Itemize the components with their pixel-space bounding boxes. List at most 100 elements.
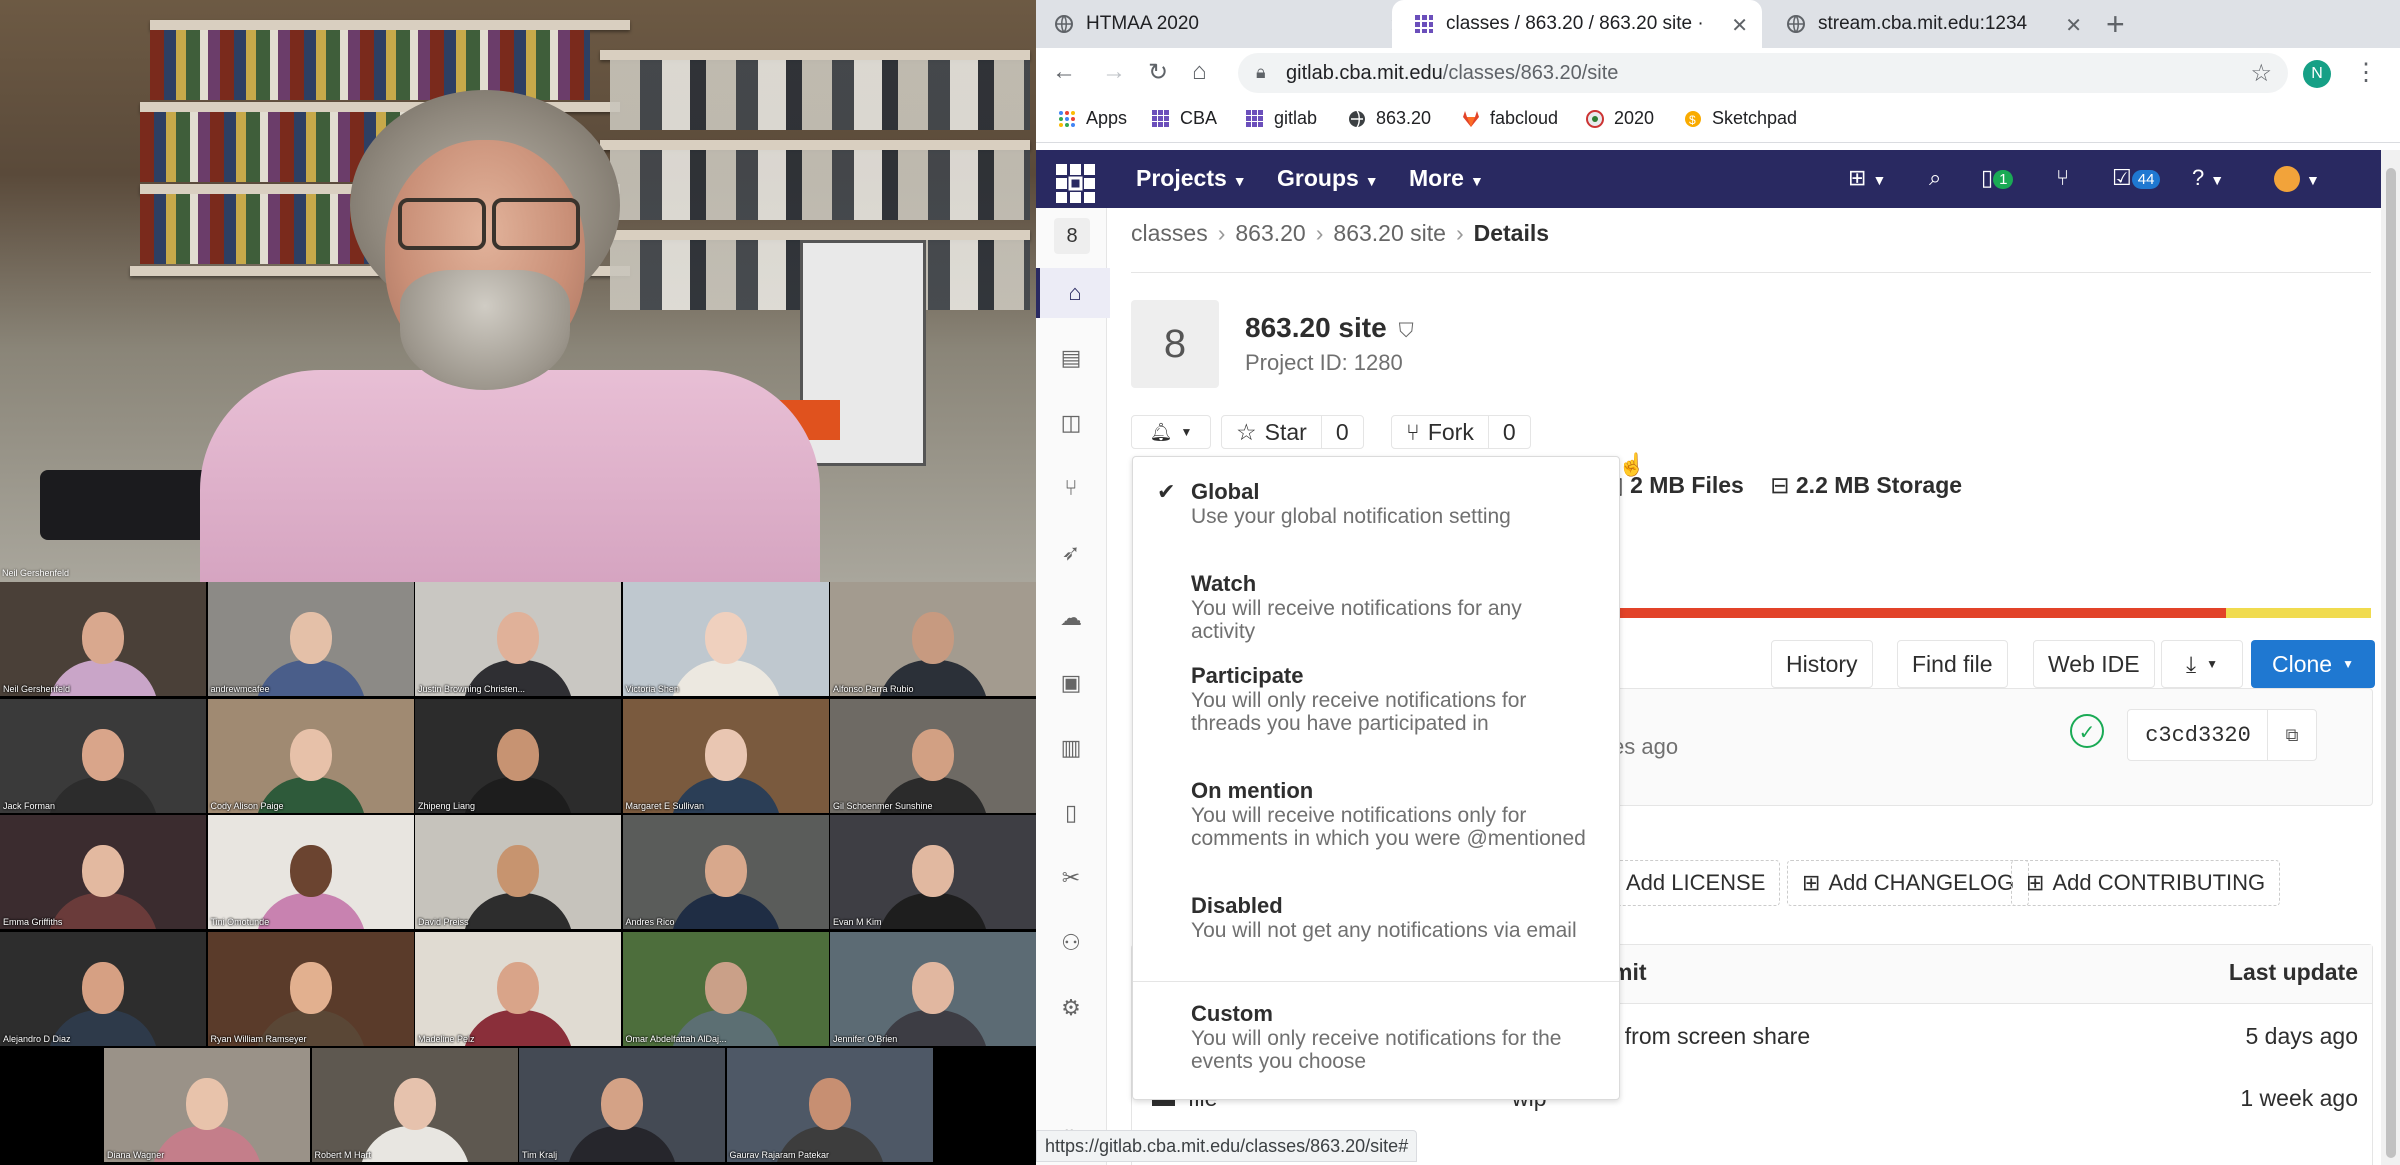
bookmark-apps[interactable]: Apps [1058,108,1127,129]
participant-tile[interactable]: Emma Griffiths [0,815,206,929]
nav-more[interactable]: More ▼ [1409,165,1484,192]
add-changelog-button[interactable]: ⊞ Add CHANGELOG [1787,860,2030,906]
participant-tile[interactable]: Cody Alison Paige [207,698,414,813]
pipeline-passed-icon[interactable]: ✓ [2070,714,2104,748]
participant-tile[interactable]: Victoria Shen [622,582,829,696]
add-license-button[interactable]: Add LICENSE [1611,860,1781,906]
gitlab-logo-icon[interactable] [1056,164,1096,204]
participant-tile[interactable]: Diana Wagner [104,1048,310,1162]
breadcrumb-item[interactable]: classes [1131,220,1208,246]
back-arrow-icon[interactable]: ← [1052,58,1076,86]
tab-stream[interactable]: stream.cba.mit.edu:1234 ✕ [1786,0,2096,48]
sidebar-item-merge-requests[interactable]: ⑂ [1036,463,1106,513]
participant-tile[interactable]: andrewmcafee [207,582,414,696]
notification-toggle-button[interactable]: 🔔︎ ▼ [1131,415,1211,449]
tab-gitlab[interactable]: classes / 863.20 / 863.20 site · ✕ [1392,0,1762,48]
files-stat[interactable]: 2 MB Files [1630,472,1744,498]
gitlab-navbar: Projects ▼ Groups ▼ More ▼ ⊞ ▼ ⌕ ▯ 1 ⑂ ☑ 44 ?… [1036,150,2381,208]
nav-projects[interactable]: Projects ▼ [1136,165,1247,192]
bookmark-gitlab[interactable]: gitlab [1246,108,1317,129]
cloud-icon: ☁ [1060,605,1082,630]
sidebar-project-avatar[interactable]: 8 [1054,218,1090,254]
storage-stat[interactable]: 2.2 MB Storage [1796,472,1962,498]
commit-sha[interactable]: c3cd3320 [2127,709,2269,761]
new-tab-icon[interactable]: + [2106,6,2125,43]
participant-face [497,612,539,664]
notification-option-participate[interactable]: Participate You will only receive notifi… [1191,663,1591,735]
address-bar[interactable]: 🔒︎ gitlab.cba.mit.edu/classes/863.20/sit… [1238,53,2288,93]
breadcrumb-item[interactable]: 863.20 site [1333,220,1446,246]
participant-face [704,728,747,781]
clone-button[interactable]: Clone ▼ [2251,640,2375,688]
star-button[interactable]: ☆ Star 0 [1221,415,1364,449]
find-file-button[interactable]: Find file [1897,640,2008,688]
participant-tile[interactable]: Alfonso Parra Rubio [830,582,1036,696]
tab-htmaa[interactable]: HTMAA 2020 ✕ [1054,0,1420,48]
nav-groups[interactable]: Groups ▼ [1277,165,1379,192]
participant-tile[interactable]: Gil Schoenmer Sunshine [830,698,1036,813]
kebab-menu-icon[interactable]: ⋮ [2354,58,2378,87]
fork-button[interactable]: ⑂ Fork 0 [1391,415,1531,449]
sidebar-item-wiki[interactable]: ▯ [1036,788,1106,838]
notification-option-custom[interactable]: Custom You will only receive notificatio… [1191,1001,1591,1073]
user-avatar-icon[interactable]: ▼ [2274,165,2320,193]
scrollbar-thumb[interactable] [2386,168,2396,1158]
sidebar-item-analytics[interactable]: ▥ [1036,723,1106,773]
sidebar-item-repository[interactable]: ▤ [1036,333,1106,383]
participant-tile[interactable]: Margaret E Sullivan [622,698,829,813]
sidebar-item-packages[interactable]: ▣ [1036,658,1106,708]
bookmark-863[interactable]: 863.20 [1348,108,1431,129]
bookmark-2020[interactable]: 2020 [1586,108,1654,129]
sidebar-item-issues[interactable]: ◫ [1036,398,1106,448]
merge-request-icon[interactable]: ⑂ [2056,165,2069,191]
participant-tile[interactable]: Evan M Kim [830,815,1036,929]
close-tab-icon[interactable]: ✕ [2065,13,2082,38]
bookmark-star-icon[interactable]: ☆ [2250,59,2272,88]
bookmark-fabcloud[interactable]: fabcloud [1462,108,1558,129]
add-contributing-button[interactable]: ⊞ Add CONTRIBUTING [2011,860,2281,906]
history-button[interactable]: History [1771,640,1873,688]
participant-tile[interactable]: Tini Omotunde [207,815,414,929]
todo-icon[interactable]: ☑ 44 [2112,165,2161,191]
download-button[interactable]: ⤓ ▼ [2161,640,2243,688]
participant-tile[interactable]: Madeline Pelz [415,931,621,1046]
new-item-icon[interactable]: ⊞ ▼ [1848,165,1886,191]
close-tab-icon[interactable]: ✕ [1731,13,1748,38]
sidebar-item-snippets[interactable]: ✂ [1036,853,1106,903]
participant-tile[interactable]: Zhipeng Liang [415,698,621,813]
notification-option-global[interactable]: ✔ Global Use your global notification se… [1157,479,1591,528]
web-ide-button[interactable]: Web IDE [2033,640,2155,688]
sidebar-item-overview[interactable]: ⌂ [1036,268,1110,318]
search-icon[interactable]: ⌕ [1929,165,1941,191]
notification-option-on-mention[interactable]: On mention You will receive notification… [1191,778,1591,850]
sidebar-item-members[interactable]: ⚇ [1036,918,1106,968]
bookmark-cba[interactable]: CBA [1152,108,1217,129]
participant-tile[interactable]: Andres Rico [622,815,829,929]
breadcrumb-item[interactable]: 863.20 [1235,220,1305,246]
forward-arrow-icon[interactable]: → [1102,58,1126,86]
participant-tile[interactable]: Justin Browning Christen... [415,582,621,696]
issues-icon[interactable]: ▯ 1 [1981,165,2014,191]
participant-tile[interactable]: Jack Forman [0,698,206,813]
profile-avatar[interactable]: N [2303,60,2331,88]
participant-tile[interactable]: Gaurav Rajaram Patekar [726,1048,933,1162]
participant-tile[interactable]: Tim Kralj [519,1048,725,1162]
participant-tile[interactable]: Ryan William Ramseyer [207,931,414,1046]
home-icon[interactable]: ⌂ [1192,58,1207,86]
notification-option-watch[interactable]: Watch You will receive notifications for… [1191,571,1591,643]
commit-message[interactable]: t from screen share [1612,1023,1810,1050]
help-icon[interactable]: ? ▼ [2192,165,2224,191]
copy-icon[interactable]: ⧉ [2267,709,2317,761]
participant-tile[interactable]: Neil Gershenfeld [0,582,206,696]
participant-tile[interactable]: David Preiss [415,815,621,929]
notification-option-disabled[interactable]: Disabled You will not get any notificati… [1191,893,1591,942]
participant-tile[interactable]: Omar Abdelfattah AlDaj... [622,931,829,1046]
sidebar-item-settings[interactable]: ⚙ [1036,983,1106,1033]
participant-tile[interactable]: Robert M Hart [311,1048,518,1162]
reload-icon[interactable]: ↻ [1148,58,1168,87]
participant-tile[interactable]: Alejandro D Diaz [0,931,206,1046]
sidebar-item-operations[interactable]: ☁ [1036,593,1106,643]
sidebar-item-ci-cd[interactable]: ➶ [1036,528,1106,578]
participant-tile[interactable]: Jennifer O'Brien [830,931,1036,1046]
bookmark-sketchpad[interactable]: $ Sketchpad [1684,108,1797,129]
